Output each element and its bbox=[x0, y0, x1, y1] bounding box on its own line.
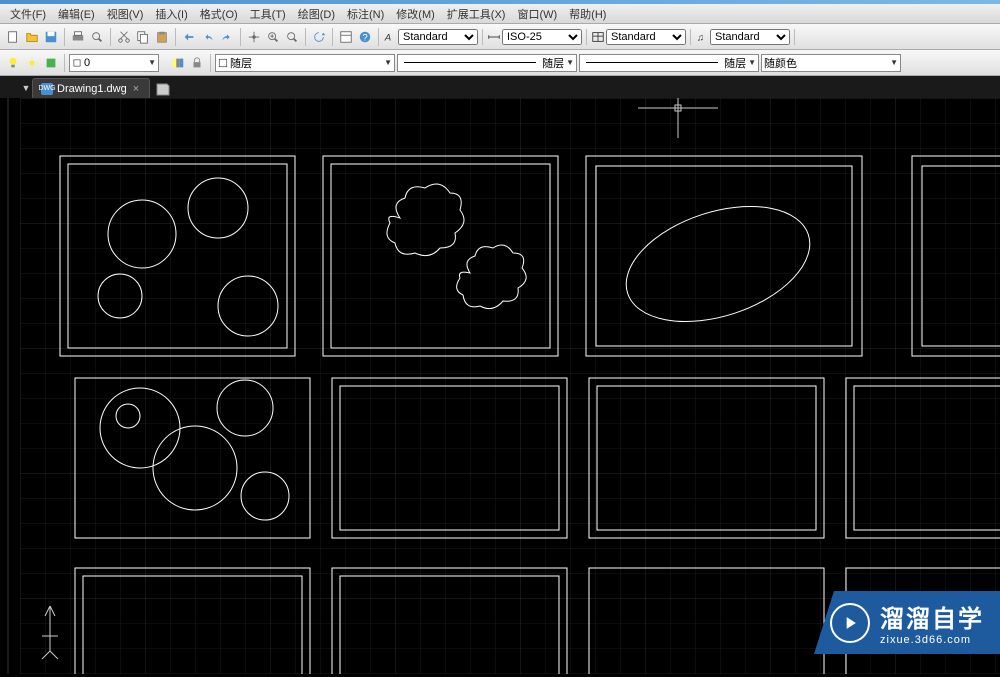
document-tab-bar: ▼ DWG Drawing1.dwg × bbox=[0, 76, 1000, 98]
dim-style-icon bbox=[487, 30, 501, 44]
menu-window[interactable]: 窗口(W) bbox=[511, 4, 563, 24]
drawing-canvas[interactable] bbox=[0, 98, 1000, 674]
menu-modify[interactable]: 修改(M) bbox=[390, 4, 441, 24]
layer-dropdown-1[interactable]: 随层 ▼ bbox=[215, 54, 395, 72]
refresh-button[interactable] bbox=[310, 28, 328, 46]
undo-button[interactable] bbox=[199, 28, 217, 46]
menu-insert[interactable]: 插入(I) bbox=[149, 4, 193, 24]
copy-button[interactable] bbox=[134, 28, 152, 46]
lineweight-label: 随层 bbox=[724, 55, 746, 71]
new-file-button[interactable] bbox=[4, 28, 22, 46]
line-sample bbox=[586, 62, 718, 63]
chevron-down-icon: ▼ bbox=[890, 58, 898, 67]
document-tab[interactable]: DWG Drawing1.dwg × bbox=[32, 78, 150, 98]
watermark-title: 溜溜自学 bbox=[880, 599, 984, 634]
layer-label-1: 随层 bbox=[230, 55, 252, 71]
table-style-icon bbox=[591, 30, 605, 44]
watermark: 溜溜自学 zixue.3d66.com bbox=[814, 591, 1000, 654]
watermark-url: zixue.3d66.com bbox=[880, 634, 984, 646]
menu-edit[interactable]: 编辑(E) bbox=[52, 4, 101, 24]
menu-bar: 文件(F) 编辑(E) 视图(V) 插入(I) 格式(O) 工具(T) 绘图(D… bbox=[0, 4, 1000, 24]
linetype-label-1: 随层 bbox=[542, 55, 564, 71]
print-button[interactable] bbox=[69, 28, 87, 46]
line-sample bbox=[404, 62, 536, 63]
menu-file[interactable]: 文件(F) bbox=[4, 4, 52, 24]
layer-color-icon[interactable] bbox=[42, 54, 60, 72]
save-button[interactable] bbox=[42, 28, 60, 46]
menu-tools[interactable]: 工具(T) bbox=[244, 4, 292, 24]
new-tab-button[interactable] bbox=[154, 80, 172, 98]
layer-sun-icon[interactable] bbox=[23, 54, 41, 72]
zoom-button[interactable] bbox=[264, 28, 282, 46]
dwg-file-icon: DWG bbox=[41, 83, 53, 95]
menu-format[interactable]: 格式(O) bbox=[194, 4, 244, 24]
svg-text:♫: ♫ bbox=[697, 32, 704, 43]
chevron-down-icon: ▼ bbox=[566, 58, 574, 67]
properties-button[interactable] bbox=[337, 28, 355, 46]
print-preview-button[interactable] bbox=[88, 28, 106, 46]
text-style-dropdown[interactable]: Standard bbox=[398, 29, 478, 45]
layer-current-label: 0 bbox=[84, 57, 90, 69]
chevron-down-icon: ▼ bbox=[384, 58, 392, 67]
lineweight-dropdown[interactable]: 随层 ▼ bbox=[579, 54, 759, 72]
open-file-button[interactable] bbox=[23, 28, 41, 46]
menu-help[interactable]: 帮助(H) bbox=[563, 4, 612, 24]
color-label: 随颜色 bbox=[764, 55, 797, 71]
layer-bar: 0 ▼ 随层 ▼ 随层 ▼ 随层 ▼ 随颜色 ▼ bbox=[0, 50, 1000, 76]
menu-view[interactable]: 视图(V) bbox=[101, 4, 150, 24]
menu-annotate[interactable]: 标注(N) bbox=[341, 4, 390, 24]
svg-text:A: A bbox=[384, 32, 391, 43]
layer-lightbulb-icon[interactable] bbox=[4, 54, 22, 72]
vertical-ruler bbox=[0, 98, 20, 674]
svg-text:?: ? bbox=[362, 32, 367, 43]
tab-filename: Drawing1.dwg bbox=[57, 83, 127, 95]
linetype-dropdown-1[interactable]: 随层 ▼ bbox=[397, 54, 577, 72]
pan-button[interactable] bbox=[245, 28, 263, 46]
multileader-style-icon: ♫ bbox=[695, 30, 709, 44]
help-button[interactable]: ? bbox=[356, 28, 374, 46]
menu-draw[interactable]: 绘图(D) bbox=[292, 4, 341, 24]
layer-manager-button[interactable] bbox=[169, 54, 187, 72]
watermark-logo-icon bbox=[830, 603, 870, 643]
chevron-down-icon: ▼ bbox=[148, 58, 156, 67]
layer-lock-button[interactable] bbox=[188, 54, 206, 72]
tab-prev-arrow[interactable]: ▼ bbox=[20, 78, 32, 98]
color-dropdown[interactable]: 随颜色 ▼ bbox=[761, 54, 901, 72]
toolbar-main: ? A Standard ISO-25 Standard ♫ Standard bbox=[0, 24, 1000, 50]
chevron-down-icon: ▼ bbox=[748, 58, 756, 67]
redo-button[interactable] bbox=[218, 28, 236, 46]
text-style-icon: A bbox=[383, 30, 397, 44]
multileader-style-dropdown[interactable]: Standard bbox=[710, 29, 790, 45]
layer-current-dropdown[interactable]: 0 ▼ bbox=[69, 54, 159, 72]
cut-button[interactable] bbox=[115, 28, 133, 46]
zoom-extents-button[interactable] bbox=[283, 28, 301, 46]
table-style-dropdown[interactable]: Standard bbox=[606, 29, 686, 45]
drawing-content[interactable] bbox=[20, 98, 1000, 674]
menu-extend[interactable]: 扩展工具(X) bbox=[441, 4, 512, 24]
dim-style-dropdown[interactable]: ISO-25 bbox=[502, 29, 582, 45]
tab-close-button[interactable]: × bbox=[131, 83, 141, 95]
paste-button[interactable] bbox=[153, 28, 171, 46]
match-button[interactable] bbox=[180, 28, 198, 46]
